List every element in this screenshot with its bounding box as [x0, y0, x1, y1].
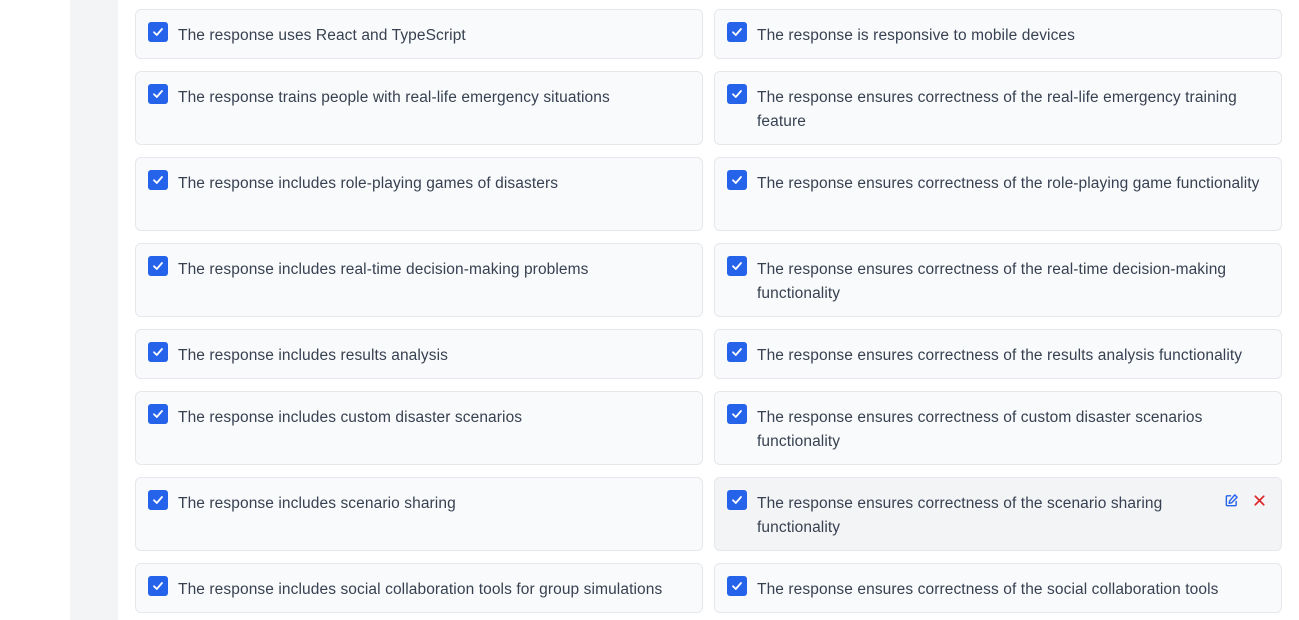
checkbox[interactable] [727, 22, 747, 42]
criterion-card[interactable]: The response ensures correctness of the … [714, 71, 1282, 145]
criterion-label: The response ensures correctness of the … [757, 175, 1260, 192]
check-icon [153, 28, 163, 36]
criterion-label: The response ensures correctness of cust… [757, 409, 1203, 450]
criterion-label: The response includes real-time decision… [178, 261, 589, 278]
criteria-list: The response uses React and TypeScript T… [118, 0, 1299, 620]
checkbox[interactable] [727, 170, 747, 190]
edit-icon[interactable] [1223, 492, 1239, 508]
criterion-card[interactable]: The response ensures correctness of cust… [714, 391, 1282, 465]
card-actions [1223, 492, 1267, 508]
criterion-card[interactable]: The response trains people with real-lif… [135, 71, 703, 145]
criterion-label: The response ensures correctness of the … [757, 89, 1237, 130]
criterion-card[interactable]: The response ensures correctness of the … [714, 243, 1282, 317]
check-icon [153, 348, 163, 356]
criterion-card[interactable]: The response includes social collaborati… [135, 563, 703, 613]
criterion-card[interactable]: The response is responsive to mobile dev… [714, 9, 1282, 59]
criterion-card[interactable]: The response includes real-time decision… [135, 243, 703, 317]
checkbox[interactable] [727, 256, 747, 276]
checkbox[interactable] [727, 576, 747, 596]
content-panel: The response uses React and TypeScript T… [70, 0, 1299, 620]
check-icon [732, 582, 742, 590]
check-icon [153, 176, 163, 184]
criterion-label: The response ensures correctness of the … [757, 347, 1243, 364]
check-icon [732, 176, 742, 184]
check-icon [153, 582, 163, 590]
criterion-card[interactable]: The response ensures correctness of the … [714, 329, 1282, 379]
checkbox[interactable] [148, 342, 168, 362]
criterion-label: The response includes scenario sharing [178, 495, 456, 512]
checkbox[interactable] [148, 170, 168, 190]
left-gutter [0, 0, 70, 620]
criterion-label: The response ensures correctness of the … [757, 495, 1163, 536]
checkbox[interactable] [148, 404, 168, 424]
criterion-label: The response trains people with real-lif… [178, 89, 610, 106]
criterion-label: The response ensures correctness of the … [757, 581, 1219, 598]
checkbox[interactable] [148, 490, 168, 510]
checkbox[interactable] [148, 256, 168, 276]
criterion-label: The response ensures correctness of the … [757, 261, 1227, 302]
checkbox[interactable] [148, 22, 168, 42]
criterion-card[interactable]: The response includes results analysis [135, 329, 703, 379]
criterion-card[interactable]: The response includes custom disaster sc… [135, 391, 703, 465]
criterion-card[interactable]: The response includes scenario sharing [135, 477, 703, 551]
check-icon [732, 28, 742, 36]
check-icon [732, 496, 742, 504]
check-icon [732, 262, 742, 270]
criterion-label: The response includes results analysis [178, 347, 449, 364]
criterion-label: The response includes custom disaster sc… [178, 409, 523, 426]
check-icon [153, 90, 163, 98]
check-icon [153, 262, 163, 270]
checkbox[interactable] [148, 576, 168, 596]
criterion-label: The response is responsive to mobile dev… [757, 27, 1076, 44]
criterion-card[interactable]: The response includes role-playing games… [135, 157, 703, 231]
check-icon [153, 410, 163, 418]
check-icon [732, 410, 742, 418]
checkbox[interactable] [727, 404, 747, 424]
criterion-card-hovered[interactable]: The response ensures correctness of the … [714, 477, 1282, 551]
criterion-card[interactable]: The response ensures correctness of the … [714, 563, 1282, 613]
checkbox[interactable] [727, 490, 747, 510]
criterion-card[interactable]: The response ensures correctness of the … [714, 157, 1282, 231]
criterion-card[interactable]: The response uses React and TypeScript [135, 9, 703, 59]
checkbox[interactable] [148, 84, 168, 104]
criterion-label: The response uses React and TypeScript [178, 27, 466, 44]
close-icon[interactable] [1251, 492, 1267, 508]
criterion-label: The response includes role-playing games… [178, 175, 559, 192]
criterion-label: The response includes social collaborati… [178, 581, 663, 598]
check-icon [153, 496, 163, 504]
check-icon [732, 348, 742, 356]
checkbox[interactable] [727, 342, 747, 362]
checkbox[interactable] [727, 84, 747, 104]
check-icon [732, 90, 742, 98]
